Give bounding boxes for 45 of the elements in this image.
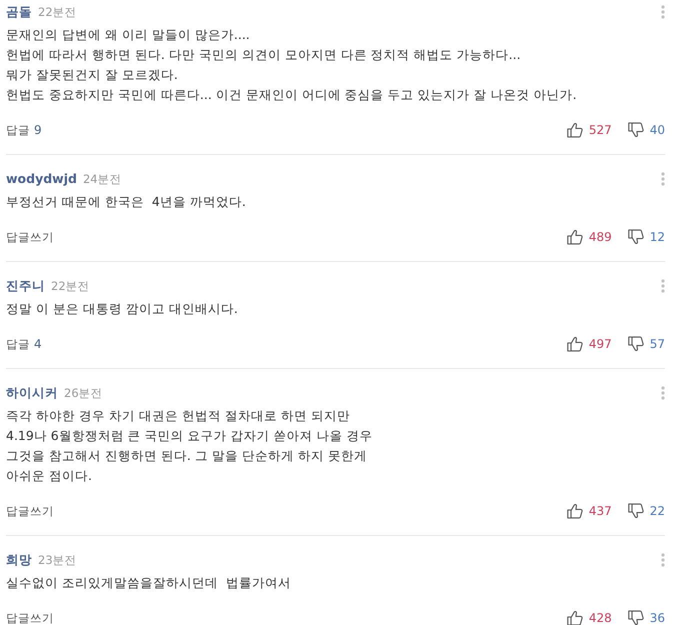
reply-button[interactable]: 답글쓰기: [6, 608, 54, 625]
more-icon[interactable]: [661, 553, 665, 567]
thumbs-up-icon: [566, 336, 583, 352]
comment-text: 실수없이 조리있게말씀을잘하시던데 법률가여서: [6, 574, 292, 592]
more-icon[interactable]: [661, 386, 665, 400]
thumbs-down-icon: [628, 610, 644, 625]
thumbs-up-icon: [566, 122, 583, 138]
like-button[interactable]: 489: [566, 227, 612, 247]
dislike-button[interactable]: 22: [628, 501, 665, 521]
thumbs-down-icon: [628, 229, 644, 245]
comment-text: 즉각 하야한 경우 차기 대권은 헌법적 절차대로 하면 되지만 4.19나 6월항쟁처럼 큰 국민의 요구가 갑자기 쏟아져 나올 경우 그것을 참고해서 진행하면 된다. 그 말을 단순하게 하지 못한게 아쉬운 점이다.: [6, 407, 374, 485]
author-name[interactable]: 진주니: [6, 278, 45, 294]
comment-time: 22분전: [51, 278, 90, 294]
comment-text: 정말 이 분은 대통령 깜이고 대인배시다.: [6, 300, 239, 318]
dislike-button[interactable]: 12: [628, 227, 665, 247]
like-button[interactable]: 428: [566, 608, 612, 625]
comment-text: 부정선거 때문에 한국은 4년을 까먹었다.: [6, 193, 247, 211]
reply-button[interactable]: 답글 4: [6, 334, 42, 354]
thumbs-up-icon: [566, 503, 583, 519]
thumbs-down-icon: [628, 122, 644, 138]
comment-time: 22분전: [38, 4, 77, 20]
like-button[interactable]: 497: [566, 334, 612, 354]
like-button[interactable]: 437: [566, 501, 612, 521]
thumbs-up-icon: [566, 229, 583, 245]
thumbs-down-icon: [628, 336, 644, 352]
comment-text: 문재인의 답변에 왜 이리 말들이 많은가.... 헌법에 따라서 행하면 된다. 다만 국민의 의견이 모아지면 다른 정치적 해법도 가능하다... 뭐가 잘못된건지 잘 모르겠다. 헌법도 중요하지만 국민에 따른다... 이건 문재인이 어디에 중심을 두고 있는지가 잘 나온것 아닌가.: [6, 26, 578, 104]
comment-time: 23분전: [38, 552, 77, 568]
more-icon[interactable]: [661, 5, 665, 19]
dislike-button[interactable]: 57: [628, 334, 665, 354]
reply-button[interactable]: 답글쓰기: [6, 227, 54, 247]
author-name[interactable]: 하이시커: [6, 385, 58, 401]
more-icon[interactable]: [661, 279, 665, 293]
author-name[interactable]: wodydwjd: [6, 171, 77, 187]
author-name[interactable]: 희망: [6, 552, 32, 568]
reply-button[interactable]: 답글쓰기: [6, 501, 54, 521]
like-button[interactable]: 527: [566, 120, 612, 140]
dislike-button[interactable]: 36: [628, 608, 665, 625]
comment-time: 24분전: [82, 171, 122, 187]
thumbs-down-icon: [628, 503, 644, 519]
reply-button[interactable]: 답글 9: [6, 120, 42, 140]
author-name[interactable]: 곰돌: [6, 4, 32, 20]
more-icon[interactable]: [661, 172, 665, 186]
dislike-button[interactable]: 40: [628, 120, 665, 140]
thumbs-up-icon: [566, 610, 583, 625]
comment-time: 26분전: [64, 385, 103, 401]
